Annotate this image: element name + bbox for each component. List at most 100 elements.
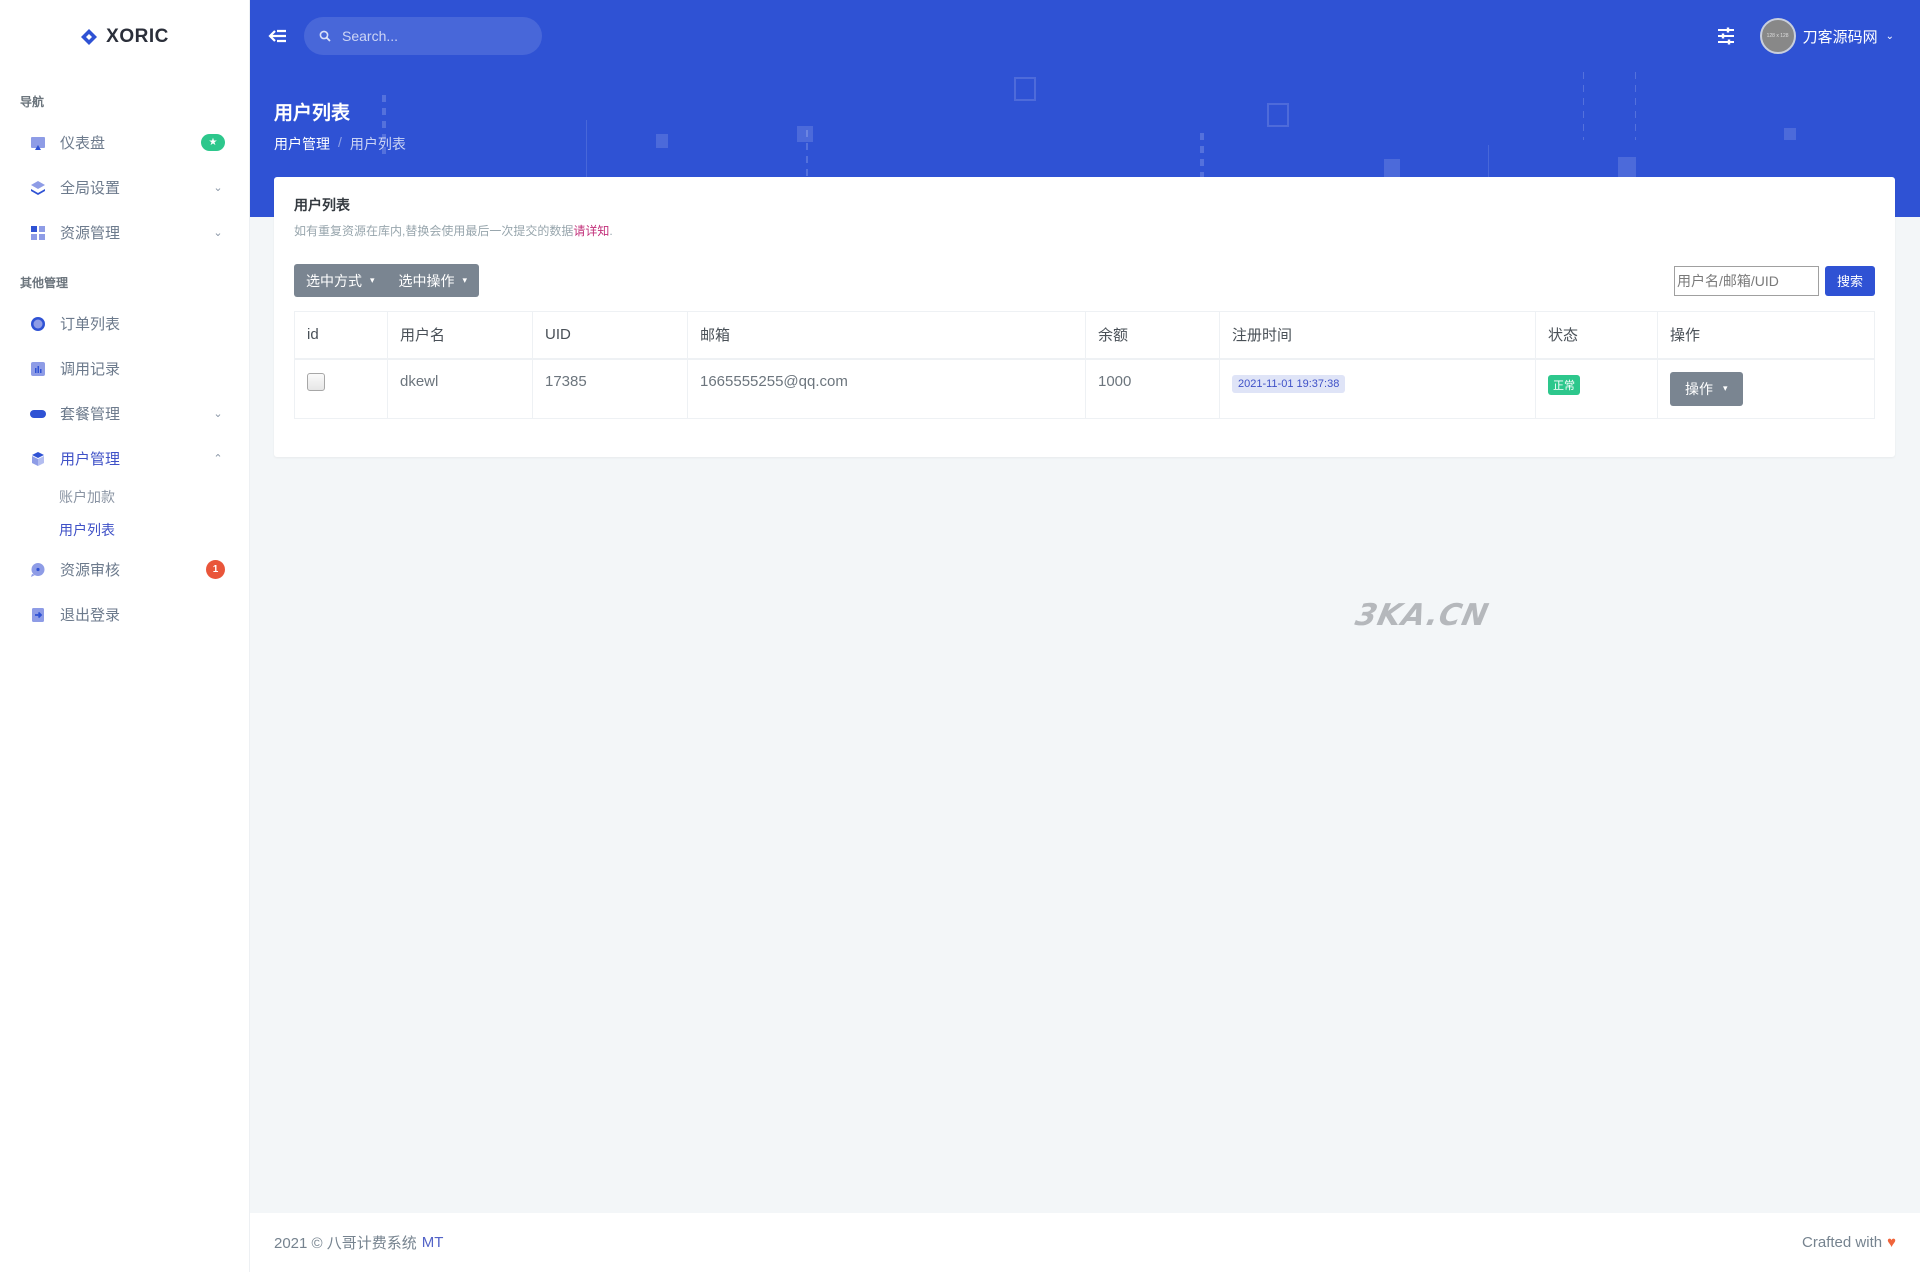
footer-brand-link[interactable]: MT bbox=[422, 1234, 444, 1251]
search-input[interactable] bbox=[342, 28, 522, 44]
search-box[interactable] bbox=[304, 17, 542, 55]
row-action-label: 操作 bbox=[1685, 380, 1713, 397]
column-header-registered[interactable]: 注册时间 bbox=[1219, 311, 1536, 360]
chevron-down-icon: ▾ bbox=[1723, 383, 1728, 393]
cell-username: dkewl bbox=[387, 358, 533, 419]
date-badge: 2021-11-01 19:37:38 bbox=[1232, 374, 1346, 393]
column-header-id[interactable]: id bbox=[294, 311, 388, 360]
sidebar-subitem-account-topup[interactable]: 账户加款 bbox=[0, 481, 249, 514]
decoration bbox=[1784, 128, 1796, 140]
cell-actions: 操作 ▾ bbox=[1657, 358, 1875, 419]
grid-icon bbox=[30, 225, 46, 241]
chevron-down-icon: ⌄ bbox=[213, 182, 223, 194]
chevron-down-icon: ⌄ bbox=[1885, 30, 1894, 42]
cell-registered: 2021-11-01 19:37:38 bbox=[1219, 358, 1536, 419]
topbar: 128 x 128 刀客源码网 ⌄ bbox=[250, 0, 1920, 72]
chevron-down-icon: ⌄ bbox=[213, 408, 223, 420]
sidebar-item-label: 资源管理 bbox=[60, 225, 121, 242]
cell-balance: 1000 bbox=[1085, 358, 1220, 419]
column-header-status[interactable]: 状态 bbox=[1535, 311, 1658, 360]
sidebar-item-label: 仪表盘 bbox=[60, 135, 106, 152]
sidebar-item-logout[interactable]: 退出登录 bbox=[0, 592, 249, 637]
page-heading: 用户列表 用户管理 / 用户列表 bbox=[274, 98, 406, 154]
table-search: 搜索 bbox=[1674, 265, 1875, 296]
sidebar-item-call-records[interactable]: 调用记录 bbox=[0, 346, 249, 391]
sidebar-item-label: 全局设置 bbox=[60, 180, 121, 197]
dashboard-icon bbox=[30, 135, 46, 151]
decoration bbox=[1014, 77, 1036, 101]
column-header-uid[interactable]: UID bbox=[532, 311, 688, 360]
sidebar-item-label: 用户管理 bbox=[60, 451, 121, 468]
column-header-email[interactable]: 邮箱 bbox=[687, 311, 1086, 360]
footer: 2021 © 八哥计费系统 MT Crafted with ♥ bbox=[250, 1213, 1920, 1272]
user-menu[interactable]: 128 x 128 刀客源码网 ⌄ bbox=[1759, 18, 1894, 54]
sidebar-item-label: 调用记录 bbox=[60, 361, 121, 378]
sidebar-item-dashboard[interactable]: 仪表盘 ★ bbox=[0, 120, 249, 165]
sidebar-item-user-management[interactable]: 用户管理 ⌃ bbox=[0, 436, 249, 481]
footer-copyright: 2021 © 八哥计费系统 bbox=[274, 1235, 417, 1252]
chat-icon bbox=[30, 562, 46, 578]
breadcrumb-link[interactable]: 用户管理 bbox=[274, 134, 330, 154]
breadcrumb-current: 用户列表 bbox=[349, 136, 406, 152]
sidebar-item-resource-review[interactable]: 资源审核 1 bbox=[0, 547, 249, 592]
topbar-right: 128 x 128 刀客源码网 ⌄ bbox=[1714, 18, 1894, 54]
crafted-text: Crafted with bbox=[1802, 1234, 1883, 1251]
sliders-icon bbox=[1717, 27, 1734, 45]
decoration bbox=[656, 134, 668, 148]
star-badge: ★ bbox=[201, 134, 225, 151]
chevron-down-icon: ⌄ bbox=[213, 227, 223, 239]
chevron-down-icon: ▾ bbox=[462, 275, 468, 285]
notice-link[interactable]: 请详知 bbox=[573, 224, 609, 238]
chevron-down-icon: ▾ bbox=[370, 275, 375, 285]
table-row: dkewl 17385 1665555255@qq.com 1000 2021-… bbox=[294, 358, 1875, 419]
user-list-card: 用户列表 如有重复资源在库内,替换会使用最后一次提交的数据请详知. 选中方式 ▾… bbox=[274, 177, 1895, 457]
row-checkbox[interactable] bbox=[307, 372, 325, 391]
column-header-balance[interactable]: 余额 bbox=[1085, 311, 1220, 360]
column-header-actions: 操作 bbox=[1657, 311, 1875, 360]
avatar: 128 x 128 bbox=[1759, 18, 1796, 54]
sidebar-item-label: 订单列表 bbox=[60, 316, 121, 333]
sidebar: XORIC 导航 仪表盘 ★ 全局设置 ⌄ 资源管理 ⌄ 其他管理 订单列表 调… bbox=[0, 0, 250, 1272]
menu-toggle-button[interactable] bbox=[266, 24, 290, 48]
select-mode-dropdown[interactable]: 选中方式 ▾ bbox=[294, 264, 387, 297]
subtitle-end: . bbox=[609, 224, 613, 238]
sidebar-item-orders[interactable]: 订单列表 bbox=[0, 301, 249, 346]
cell-email: 1665555255@qq.com bbox=[687, 358, 1086, 419]
breadcrumb: 用户管理 / 用户列表 bbox=[274, 134, 406, 154]
select-action-label: 选中操作 bbox=[398, 272, 455, 289]
sidebar-item-label: 退出登录 bbox=[60, 607, 121, 624]
decoration bbox=[797, 126, 813, 142]
sidebar-item-packages[interactable]: 套餐管理 ⌄ bbox=[0, 391, 249, 436]
search-button[interactable]: 搜索 bbox=[1825, 265, 1875, 296]
row-action-dropdown[interactable]: 操作 ▾ bbox=[1670, 371, 1743, 406]
count-badge: 1 bbox=[206, 560, 225, 579]
chart-icon bbox=[30, 361, 46, 377]
user-search-input[interactable] bbox=[1674, 265, 1819, 296]
layers-icon bbox=[30, 180, 46, 196]
select-action-dropdown[interactable]: 选中操作 ▾ bbox=[387, 264, 480, 297]
decoration bbox=[1583, 72, 1584, 140]
subtitle-text: 如有重复资源在库内,替换会使用最后一次提交的数据 bbox=[294, 224, 574, 238]
page-title: 用户列表 bbox=[274, 103, 351, 124]
sidebar-item-label: 套餐管理 bbox=[60, 406, 121, 423]
logo-icon bbox=[80, 28, 98, 46]
pill-icon bbox=[30, 406, 46, 422]
username: 刀客源码网 bbox=[1802, 28, 1878, 46]
decoration bbox=[1384, 159, 1400, 177]
column-header-username[interactable]: 用户名 bbox=[387, 311, 533, 360]
brand-logo[interactable]: XORIC bbox=[0, 0, 249, 74]
watermark: 3KA.CN bbox=[1352, 598, 1493, 633]
decoration bbox=[1618, 157, 1636, 179]
user-table: id 用户名 UID 邮箱 余额 注册时间 状态 操作 dkewl 17385 … bbox=[294, 311, 1875, 419]
sidebar-item-resource-management[interactable]: 资源管理 ⌄ bbox=[0, 210, 249, 255]
cell-uid: 17385 bbox=[532, 358, 688, 419]
chevron-up-icon: ⌃ bbox=[213, 453, 223, 465]
cell-select bbox=[294, 358, 388, 419]
heart-icon: ♥ bbox=[1887, 1234, 1896, 1251]
footer-credit: Crafted with ♥ bbox=[1802, 1234, 1896, 1251]
bulk-button-group: 选中方式 ▾ 选中操作 ▾ bbox=[294, 264, 480, 297]
settings-button[interactable] bbox=[1714, 24, 1738, 48]
nav-section-title: 其他管理 bbox=[20, 276, 69, 290]
sidebar-subitem-user-list[interactable]: 用户列表 bbox=[0, 514, 249, 547]
sidebar-item-global-settings[interactable]: 全局设置 ⌄ bbox=[0, 165, 249, 210]
